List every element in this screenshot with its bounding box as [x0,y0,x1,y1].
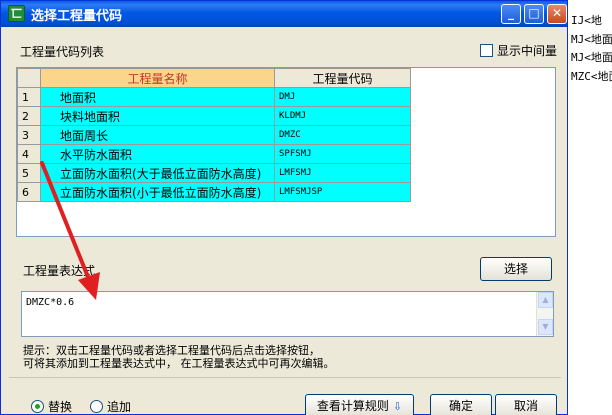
hint-line-2: 可将其添加到工程量表达式中， 在工程量表达式中可再次编辑。 [23,357,335,370]
select-button[interactable]: 选择 [480,257,552,281]
expression-textarea[interactable]: DMZC*0.6 ▲ ▼ [21,291,554,337]
scroll-up-icon[interactable]: ▲ [538,292,553,308]
quantity-name-cell[interactable]: 块料地面积 [40,106,275,126]
table-row[interactable]: 4 水平防水面积 SPFSMJ [17,144,411,164]
row-number: 5 [17,163,41,183]
ok-button[interactable]: 确定 [430,394,492,415]
table-row[interactable]: 3 地面周长 DMZC [17,125,411,145]
minimize-button[interactable]: _ [501,4,521,24]
replace-radio[interactable] [31,399,44,413]
table-row[interactable]: 6 立面防水面积(小于最低立面防水高度) LMFSMJSP [17,182,411,202]
column-header-code[interactable]: 工程量代码 [274,68,411,88]
quantity-code-cell[interactable]: SPFSMJ [274,144,411,164]
append-radio[interactable] [90,399,103,413]
quantity-name-cell[interactable]: 地面周长 [40,125,275,145]
background-text-line: MJ<地面 [571,51,612,64]
quantity-code-cell[interactable]: LMFSMJSP [274,182,411,202]
divider [9,377,561,378]
quantity-name-cell[interactable]: 地面积 [40,87,275,107]
expression-label: 工程量表达式 [23,264,96,278]
quantity-code-cell[interactable]: KLDMJ [274,106,411,126]
code-table-panel: 工程量名称 工程量代码 1 地面积 DMJ 2 块料地面积 KLDMJ 3 地面… [16,67,556,237]
show-intermediate-option[interactable]: 显示中间量 [480,42,557,58]
row-number: 3 [17,125,41,145]
row-number-header [17,68,41,88]
cancel-button[interactable]: 取消 [495,394,557,415]
code-list-label: 工程量代码列表 [20,45,105,59]
background-text-line: MZC<地面 [571,70,612,83]
select-quantity-code-dialog: 匸 选择工程量代码 _ □ ✕ 工程量代码列表 显示中间量 工程量名称 工程量代… [0,0,568,415]
table-row[interactable]: 2 块料地面积 KLDMJ [17,106,411,126]
background-text-line: IJ<地 [571,14,602,27]
table-row[interactable]: 5 立面防水面积(大于最低立面防水高度) LMFSMJ [17,163,411,183]
table-row[interactable]: 1 地面积 DMJ [17,87,411,107]
quantity-name-cell[interactable]: 立面防水面积(大于最低立面防水高度) [40,163,275,183]
replace-option[interactable]: 替换 [31,398,72,414]
expression-value: DMZC*0.6 [26,297,75,308]
arrow-down-icon: ⇩ [392,400,403,413]
quantity-name-cell[interactable]: 水平防水面积 [40,144,275,164]
title-bar[interactable]: 匸 选择工程量代码 _ □ ✕ [1,1,567,27]
replace-label: 替换 [48,399,73,414]
row-number: 6 [17,182,41,202]
quantity-code-cell[interactable]: DMZC [274,125,411,145]
row-number: 1 [17,87,41,107]
dialog-title: 选择工程量代码 [31,9,123,24]
app-icon: 匸 [8,5,25,22]
quantity-name-cell[interactable]: 立面防水面积(小于最低立面防水高度) [40,182,275,202]
expression-scrollbar[interactable]: ▲ ▼ [536,292,553,336]
row-number: 4 [17,144,41,164]
background-text-line: MJ<地面 [571,33,612,46]
code-table: 工程量名称 工程量代码 1 地面积 DMJ 2 块料地面积 KLDMJ 3 地面… [17,68,411,202]
scroll-down-icon[interactable]: ▼ [538,319,553,335]
show-intermediate-checkbox[interactable] [480,43,493,57]
append-option[interactable]: 追加 [90,398,131,414]
close-button[interactable]: ✕ [547,4,567,24]
maximize-button[interactable]: □ [524,4,544,24]
quantity-code-cell[interactable]: DMJ [274,87,411,107]
view-rules-label: 查看计算规则 [316,399,389,413]
append-label: 追加 [107,399,132,414]
quantity-code-cell[interactable]: LMFSMJ [274,163,411,183]
column-header-name[interactable]: 工程量名称 [40,68,275,88]
background-window: IJ<地 MJ<地面 MJ<地面 MZC<地面 [566,0,612,415]
row-number: 2 [17,106,41,126]
view-rules-button[interactable]: 查看计算规则 ⇩ [305,394,414,415]
show-intermediate-label: 显示中间量 [497,43,558,58]
